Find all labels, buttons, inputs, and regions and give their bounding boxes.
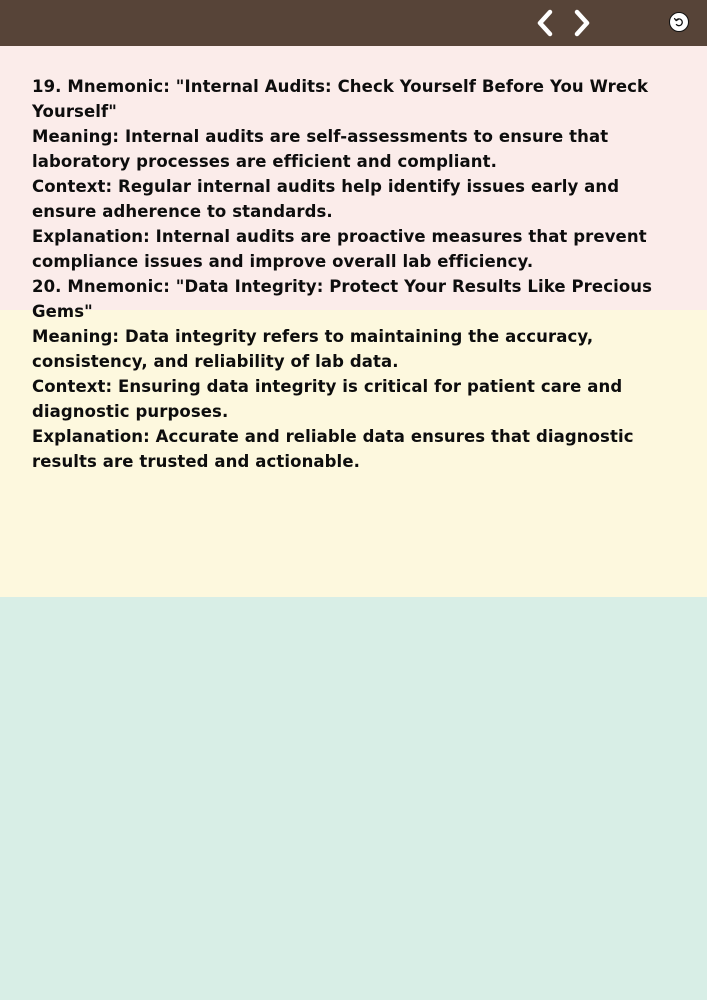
mnemonic-19-title: 19. Mnemonic: "Internal Audits: Check Yo… xyxy=(32,77,649,121)
mnemonic-20-context: Context: Ensuring data integrity is crit… xyxy=(32,377,623,421)
page-content: 19. Mnemonic: "Internal Audits: Check Yo… xyxy=(32,74,684,474)
chevron-left-icon xyxy=(537,9,553,37)
undo-button[interactable] xyxy=(669,12,689,32)
mnemonic-20-explanation: Explanation: Accurate and reliable data … xyxy=(32,427,634,471)
mnemonic-20-title: 20. Mnemonic: "Data Integrity: Protect Y… xyxy=(32,277,653,321)
mnemonic-19-meaning: Meaning: Internal audits are self-assess… xyxy=(32,127,609,171)
chevron-right-icon xyxy=(574,9,590,37)
previous-page-button[interactable] xyxy=(529,6,561,40)
undo-icon xyxy=(673,17,683,27)
next-page-button[interactable] xyxy=(566,6,598,40)
background-band-mint xyxy=(0,597,707,1000)
top-toolbar xyxy=(0,0,707,46)
mnemonic-19-context: Context: Regular internal audits help id… xyxy=(32,177,620,221)
mnemonic-19-explanation: Explanation: Internal audits are proacti… xyxy=(32,227,647,271)
mnemonic-20-meaning: Meaning: Data integrity refers to mainta… xyxy=(32,327,594,371)
